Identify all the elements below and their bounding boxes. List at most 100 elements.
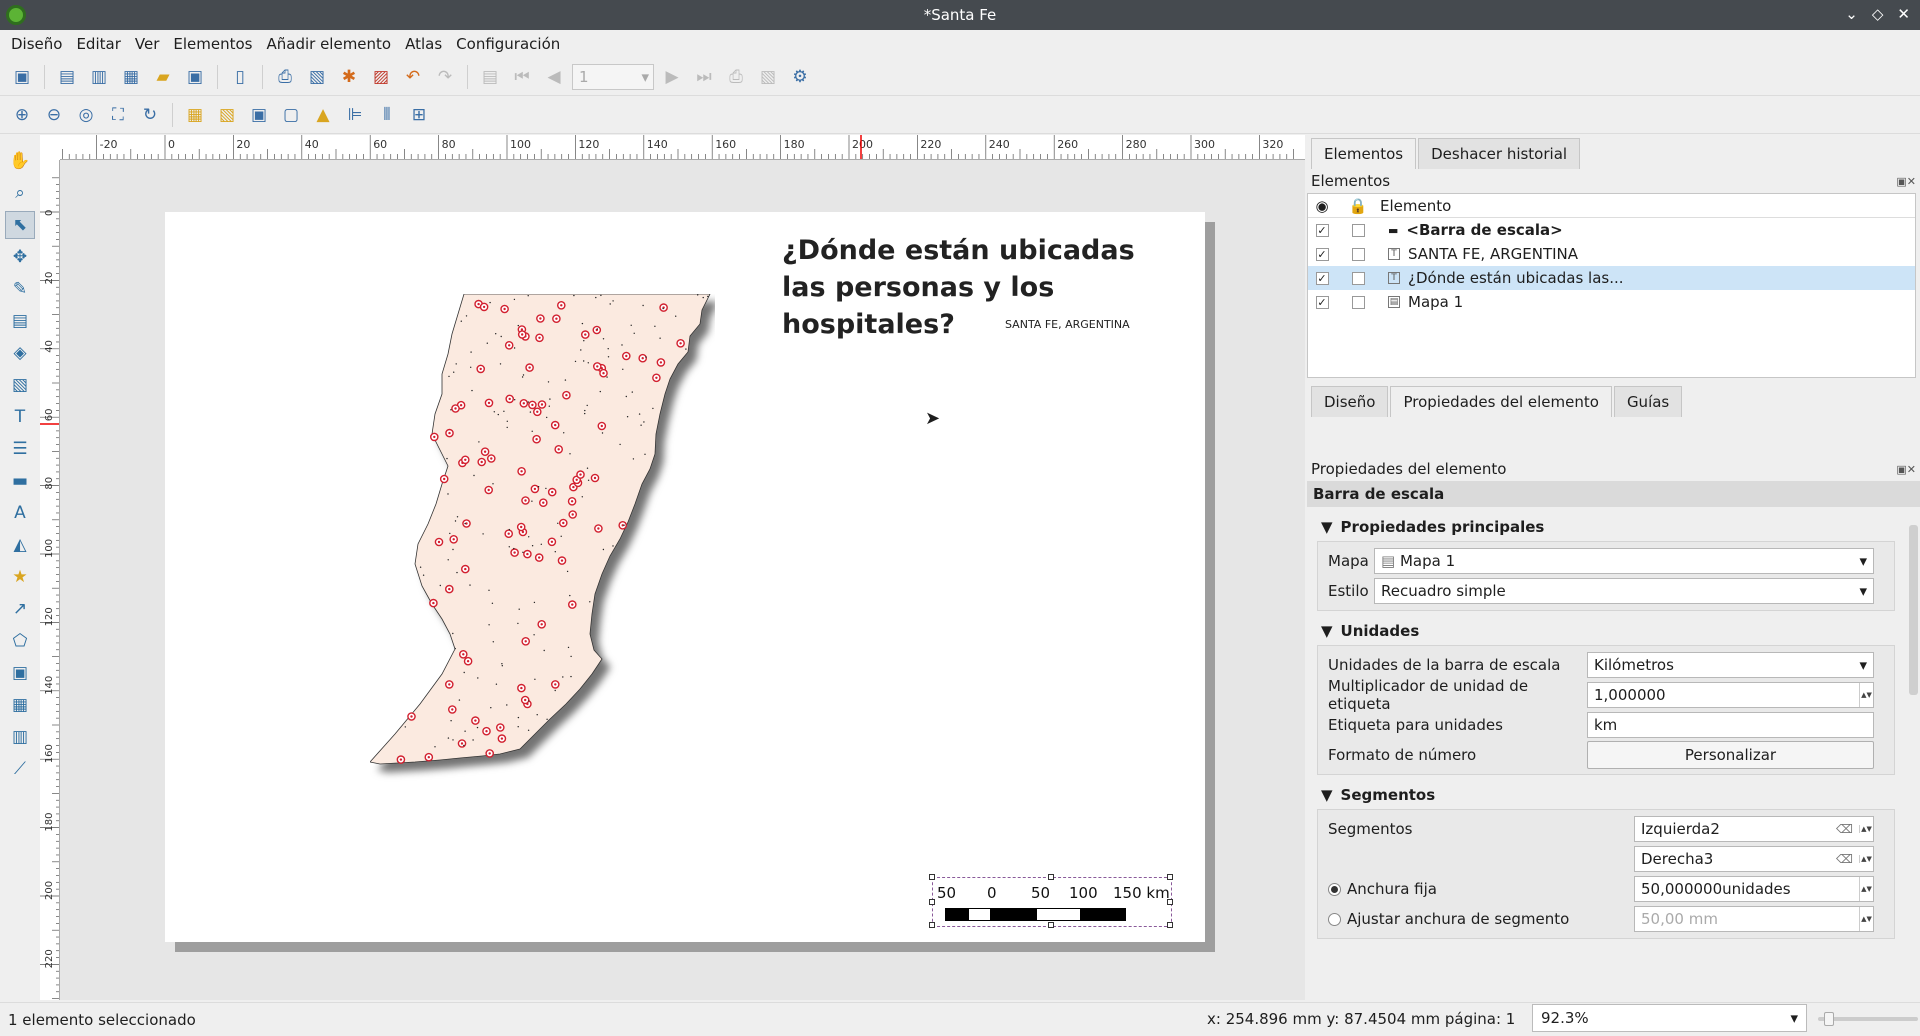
edit-nodes-icon[interactable]: ✎ [5, 275, 35, 303]
save-template-icon[interactable]: ▣ [181, 63, 209, 91]
spin-arrows-icon[interactable]: ▲▼ [1859, 825, 1873, 833]
atlas-page-input[interactable]: 1 ▾ [572, 63, 654, 90]
page-setup-icon[interactable]: ▯ [226, 63, 254, 91]
resize-handle[interactable] [929, 899, 935, 905]
scalebar-item[interactable]: 50 0 50 100 150 km [929, 874, 1173, 928]
group-main-properties[interactable]: ▼ Propiedades principales [1317, 513, 1895, 541]
group-units[interactable]: ▼ Unidades [1317, 617, 1895, 645]
resize-handle[interactable] [1167, 874, 1173, 880]
menu-configuracion[interactable]: Configuración [449, 35, 567, 53]
map-santa-fe-province[interactable] [370, 294, 715, 829]
add-polygon-icon[interactable]: ⬠ [5, 627, 35, 655]
maximize-icon[interactable]: ◇ [1872, 5, 1884, 23]
resize-handle[interactable] [1048, 922, 1054, 928]
raise-items-icon[interactable]: ▲ [309, 101, 337, 129]
atlas-settings-icon[interactable]: ⚙ [786, 63, 814, 91]
undo-icon[interactable]: ↶ [399, 63, 427, 91]
spin-arrows-icon[interactable]: ▲▼ [1859, 877, 1873, 901]
open-template-icon[interactable]: ▰ [149, 63, 177, 91]
minimize-icon[interactable]: ⌄ [1845, 5, 1858, 23]
multiplier-spinbox[interactable]: 1,000000 ▲▼ [1587, 682, 1874, 708]
tree-row-subtitle[interactable]: ✓ T SANTA FE, ARGENTINA [1308, 242, 1915, 266]
add-map-icon[interactable]: ▤ [5, 307, 35, 335]
fixed-width-spinbox[interactable]: 50,000000unidades ▲▼ [1634, 876, 1874, 902]
fit-width-spinbox[interactable]: 50,00 mm ▲▼ [1634, 906, 1874, 932]
resize-items-icon[interactable]: ⊞ [405, 101, 433, 129]
next-feature-icon[interactable]: ▶ [658, 63, 686, 91]
zoom-full-icon[interactable]: ⛶ [104, 101, 132, 129]
export-image-icon[interactable]: ▧ [303, 63, 331, 91]
add-elevation-profile-icon[interactable]: ⟋ [5, 755, 35, 783]
group-segments[interactable]: ▼ Segmentos [1317, 781, 1895, 809]
menu-elementos[interactable]: Elementos [166, 35, 259, 53]
export-atlas-icon[interactable]: ▧ [754, 63, 782, 91]
tree-row-title[interactable]: ✓ T ¿Dónde están ubicadas las... [1308, 266, 1915, 290]
new-layout-icon[interactable]: ▤ [53, 63, 81, 91]
fixed-width-radio[interactable] [1328, 882, 1341, 896]
clear-icon[interactable]: ⌫ [1836, 852, 1853, 866]
tab-propiedades-elemento[interactable]: Propiedades del elemento [1390, 386, 1612, 417]
horizontal-ruler[interactable]: -20 0 20 40 60 80 100 120 140 160 180 200 220 240 260 2… [60, 135, 1305, 160]
spin-arrows-icon[interactable]: ▲▼ [1859, 683, 1873, 707]
customize-button[interactable]: Personalizar [1587, 741, 1874, 769]
properties-scrollbar[interactable] [1907, 507, 1920, 960]
print-atlas-icon[interactable]: ⎙ [722, 63, 750, 91]
zoom-100-icon[interactable]: ◎ [72, 101, 100, 129]
layout-subtitle-label[interactable]: SANTA FE, ARGENTINA [1005, 318, 1130, 331]
add-arrow-icon[interactable]: ↗ [5, 595, 35, 623]
add-3d-map-icon[interactable]: ◈ [5, 339, 35, 367]
panel-float-close-icon[interactable]: ▣✕ [1896, 175, 1916, 188]
resize-handle[interactable] [929, 874, 935, 880]
refresh-icon[interactable]: ↻ [136, 101, 164, 129]
save-icon[interactable]: ▣ [8, 63, 36, 91]
first-feature-icon[interactable]: ⏮ [508, 63, 536, 91]
unit-label-input[interactable]: km [1587, 712, 1874, 738]
atlas-preview-icon[interactable]: ▤ [476, 63, 504, 91]
layout-canvas[interactable]: ¿Dónde están ubicadas las personas y los… [60, 160, 1305, 1000]
group-items-icon[interactable]: ▣ [245, 101, 273, 129]
visibility-checkbox[interactable]: ✓ [1315, 223, 1329, 237]
resize-handle[interactable] [929, 922, 935, 928]
units-combo[interactable]: Kilómetros ▾ [1587, 652, 1874, 678]
menu-anadir-elemento[interactable]: Añadir elemento [259, 35, 398, 53]
add-shape-icon[interactable]: ◭ [5, 531, 35, 559]
add-fixed-table-icon[interactable]: ▥ [5, 723, 35, 751]
tab-guias[interactable]: Guías [1613, 386, 1683, 417]
close-icon[interactable]: ✕ [1897, 5, 1910, 23]
segments-left-spinbox[interactable]: Izquierda2 ⌫ ▲▼ [1634, 816, 1874, 842]
style-combo[interactable]: Recuadro simple ▾ [1374, 578, 1874, 604]
print-icon[interactable]: ⎙ [271, 63, 299, 91]
tree-row-scalebar[interactable]: ✓ ▬ <Barra de escala> [1308, 218, 1915, 242]
unlock-items-icon[interactable]: ▧ [213, 101, 241, 129]
spin-arrows-icon[interactable]: ▲▼ [1859, 855, 1873, 863]
export-svg-icon[interactable]: ✱ [335, 63, 363, 91]
map-combo[interactable]: ▤ Mapa 1 ▾ [1374, 548, 1874, 574]
resize-handle[interactable] [1167, 922, 1173, 928]
tab-deshacer-historial[interactable]: Deshacer historial [1418, 138, 1581, 169]
visibility-checkbox[interactable]: ✓ [1315, 295, 1329, 309]
add-scalebar-icon[interactable]: ▬ [5, 467, 35, 495]
items-tree[interactable]: ◉ 🔒 Elemento ✓ ▬ <Barra de escala> ✓ T SAN… [1307, 193, 1916, 378]
lock-checkbox[interactable] [1351, 295, 1365, 309]
vertical-ruler[interactable]: 0 20 40 60 80 100 120 140 160 180 200 220 [40, 160, 60, 1000]
previous-feature-icon[interactable]: ◀ [540, 63, 568, 91]
add-picture-icon[interactable]: ▧ [5, 371, 35, 399]
properties-scroll-area[interactable]: ▼ Propiedades principales Mapa ▤ Mapa 1 ▾ … [1307, 507, 1905, 960]
distribute-items-icon[interactable]: ⫴ [373, 101, 401, 129]
ungroup-items-icon[interactable]: ▢ [277, 101, 305, 129]
layout-page[interactable]: ¿Dónde están ubicadas las personas y los… [165, 212, 1205, 942]
layout-manager-icon[interactable]: ▦ [117, 63, 145, 91]
redo-icon[interactable]: ↷ [431, 63, 459, 91]
tab-elementos[interactable]: Elementos [1311, 138, 1417, 169]
tab-diseno[interactable]: Diseño [1311, 386, 1389, 417]
zoom-slider[interactable] [1818, 1012, 1918, 1026]
align-items-icon[interactable]: ⊫ [341, 101, 369, 129]
lock-checkbox[interactable] [1351, 223, 1365, 237]
lock-items-icon[interactable]: ▦ [181, 101, 209, 129]
zoom-tool-icon[interactable]: ⌕ [5, 179, 35, 207]
add-label-icon[interactable]: T [5, 403, 35, 431]
segments-right-spinbox[interactable]: Derecha3 ⌫ ▲▼ [1634, 846, 1874, 872]
duplicate-layout-icon[interactable]: ▥ [85, 63, 113, 91]
clear-icon[interactable]: ⌫ [1836, 822, 1853, 836]
lock-checkbox[interactable] [1351, 271, 1365, 285]
